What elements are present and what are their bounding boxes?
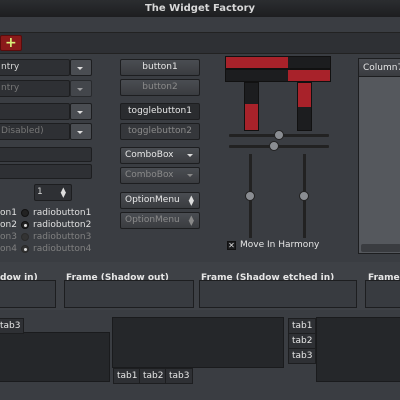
radiobutton2-label[interactable]: radiobutton2 [33,220,91,230]
tree-horizontal-scrollbar[interactable] [361,244,400,252]
notebook-3-panel [316,317,400,382]
notebook-2-tab2[interactable]: tab2 [139,368,168,384]
progress-bar-vertical-1 [244,82,259,131]
combo-entry1-dropdown-button[interactable] [70,103,92,120]
toolbar [0,32,400,54]
progress-fill-2 [288,70,330,81]
radiobutton4-indicator [21,245,29,253]
progress-fill-v1 [245,104,258,130]
spin-arrows-icon[interactable]: ▲ ▼ [61,187,66,199]
notebook-2-panel [112,317,284,368]
spin-button[interactable]: 1 ▲ ▼ [34,184,72,201]
vscale-1-slider[interactable] [245,191,255,201]
tree-view[interactable]: Column7 [358,58,400,254]
chevron-down-icon [187,174,193,177]
combobox-1-label: ComboBox [125,150,174,160]
combo-entry-2-disabled: Disabled) [0,123,70,140]
move-in-harmony-label[interactable]: Move In Harmony [240,240,319,251]
updown-arrows-icon: ▲ ▼ [188,214,194,227]
frame-shadow-in [0,280,56,308]
text-entry-3[interactable] [0,147,92,162]
combobox-2-disabled: ComboBox [120,167,200,184]
progress-fill-v2 [298,83,311,107]
window-title: The Widget Factory [144,3,256,14]
tree-column-header[interactable]: Column7 [359,59,400,77]
hscale-2-trough[interactable] [229,145,329,148]
hscale-2-slider[interactable] [269,141,279,151]
entry1-dropdown-button[interactable] [70,59,92,76]
togglebutton2-disabled: togglebutton2 [120,123,200,140]
frame-shadow-out [64,280,194,308]
add-toolbar-button[interactable]: + [0,35,22,51]
combo-entry2-dropdown-button[interactable] [70,123,92,140]
button1[interactable]: button1 [120,59,200,76]
combo-entry-1[interactable] [0,103,70,120]
notebook-2-tab1[interactable]: tab1 [113,368,142,384]
optionmenu-1-label: OptionMenu [125,195,180,205]
notebook-3-tab2[interactable]: tab2 [288,333,316,349]
optionmenu-1[interactable]: OptionMenu ▲ ▼ [120,192,200,209]
column-header-label: Column7 [363,63,400,73]
radio-left-3-label: on3 [0,232,17,242]
window-titlebar[interactable]: The Widget Factory [0,0,400,17]
entry-field-1[interactable]: ntry [0,59,70,76]
entry2-dropdown-button [70,80,92,97]
optionmenu-2-label: OptionMenu [125,215,180,225]
frame-4 [365,280,400,308]
optionmenu-2-disabled: OptionMenu ▲ ▼ [120,212,200,229]
radiobutton4-label: radiobutton4 [33,244,92,254]
chevron-down-icon [187,154,193,157]
button2-disabled: button2 [120,79,200,96]
notebook-1-tab3[interactable]: tab3 [0,318,25,334]
plus-icon: + [5,35,17,51]
hscale-1-slider[interactable] [274,130,284,140]
radiobutton1-indicator[interactable] [21,209,29,217]
text-entry-4[interactable] [0,164,92,179]
radiobutton2-indicator[interactable] [21,221,29,229]
radiobutton3-indicator [21,233,29,241]
notebook-3-tab3[interactable]: tab3 [288,348,316,364]
combobox-1[interactable]: ComboBox [120,147,200,164]
radio-left-2-label[interactable]: on2 [0,220,17,230]
radiobutton3-label: radiobutton3 [33,232,92,242]
progress-fill-1 [226,57,289,68]
togglebutton1[interactable]: togglebutton1 [120,103,200,120]
notebook-2-tab3[interactable]: tab3 [165,368,194,384]
spin-value: 1 [37,187,43,197]
progress-bar-horizontal-1 [225,56,331,69]
progress-bar-horizontal-2 [225,69,331,82]
radio-left-4-label: on4 [0,244,17,254]
progress-bar-vertical-2 [297,82,312,131]
entry-field-2-disabled: ntry [0,80,70,97]
vscale-2-slider[interactable] [299,191,309,201]
radiobutton1-label[interactable]: radiobutton1 [33,208,91,218]
frame-shadow-etched-in [199,280,357,308]
move-in-harmony-checkbox[interactable]: ✕ [227,241,236,250]
notebook-1-panel [0,332,110,382]
combobox-2-label: ComboBox [125,170,174,180]
updown-arrows-icon: ▲ ▼ [188,194,194,207]
notebook-3-tab1[interactable]: tab1 [288,318,316,334]
radio-left-1-label[interactable]: on1 [0,208,17,218]
